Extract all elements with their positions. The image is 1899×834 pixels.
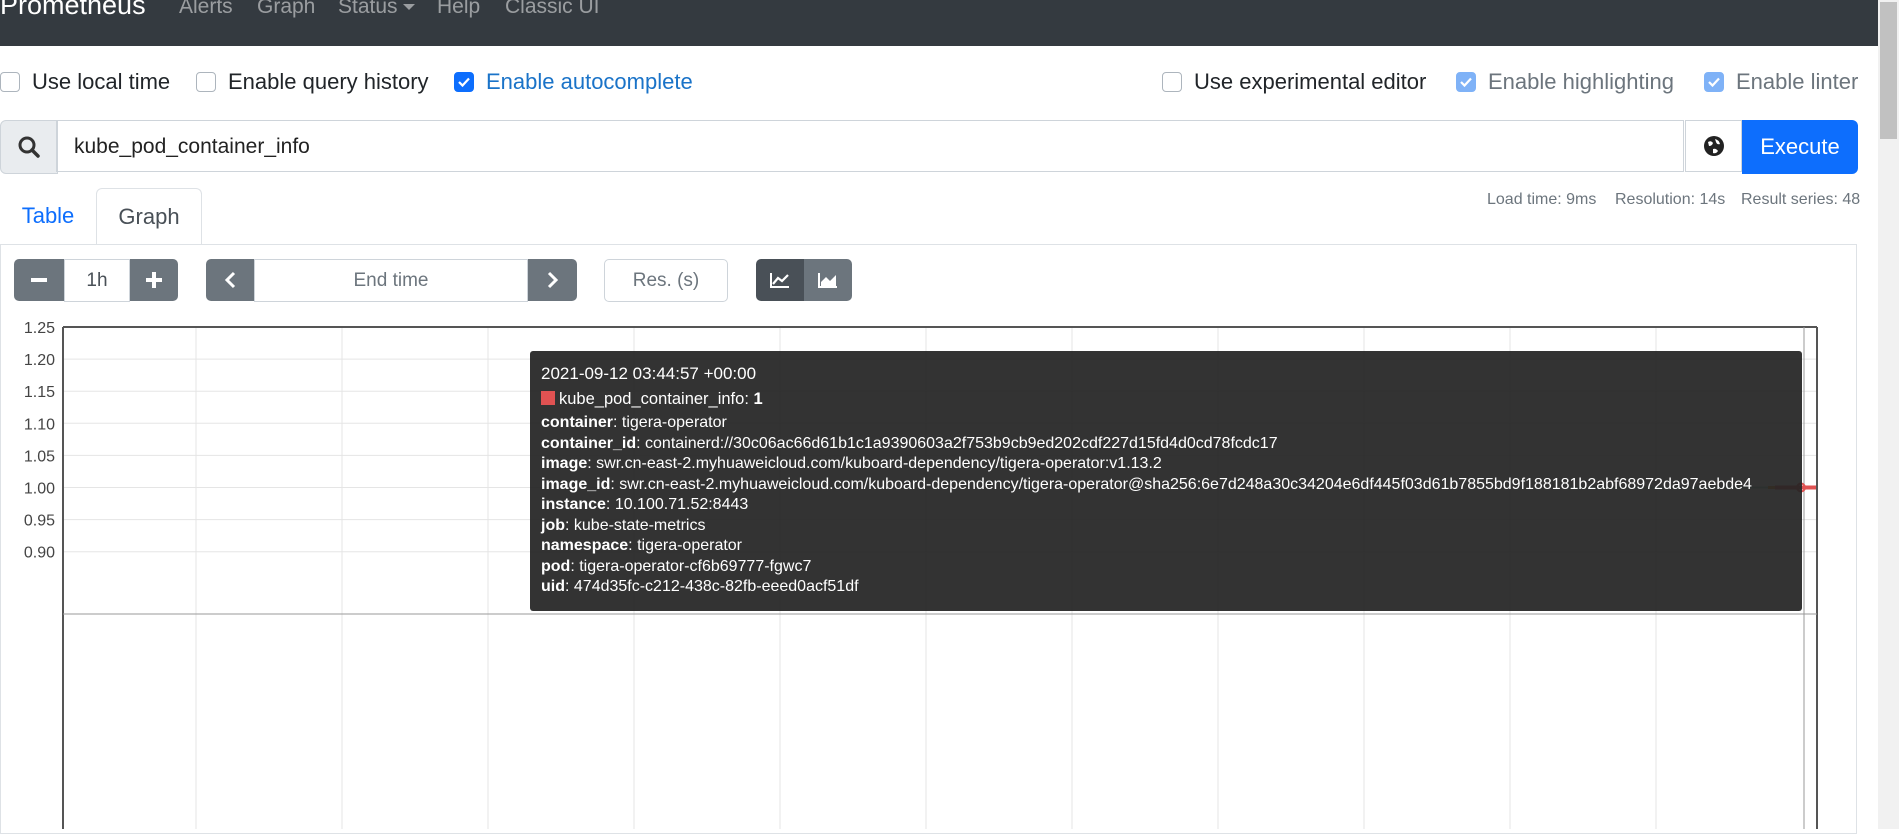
tooltip-label-value: : swr.cn-east-2.myhuaweicloud.com/kuboar…	[587, 455, 1162, 472]
tooltip-label-key: image_id	[541, 475, 611, 493]
tooltip-label-value: : tigera-operator	[613, 414, 727, 431]
tooltip-label-value: : swr.cn-east-2.myhuaweicloud.com/kuboar…	[610, 475, 1752, 493]
y-tick-label: 1.10	[24, 416, 55, 433]
y-tick-label: 1.05	[24, 448, 55, 465]
tooltip-label-value: : kube-state-metrics	[565, 516, 706, 534]
y-tick-label: 1.15	[24, 384, 55, 401]
y-tick-label: 1.20	[24, 352, 55, 369]
graph-tooltip: 2021-09-12 03:44:57 +00:00 kube_pod_cont…	[530, 351, 1802, 611]
tooltip-label-value: : containerd://30c06ac66d61b1c1a9390603a…	[636, 434, 1278, 452]
tooltip-labels: container: tigera-operator container_id: …	[541, 413, 1791, 598]
tooltip-label-row: image: swr.cn-east-2.myhuaweicloud.com/k…	[541, 454, 1791, 475]
tooltip-label-key: container_id	[541, 434, 637, 452]
tooltip-label-key: job	[541, 516, 565, 534]
page-scrollbar[interactable]	[1878, 0, 1899, 829]
tooltip-label-row: namespace: tigera-operator	[541, 536, 1791, 557]
tooltip-label-row: pod: tigera-operator-cf6b69777-fgwc7	[541, 557, 1791, 578]
tooltip-label-row: image_id: swr.cn-east-2.myhuaweicloud.co…	[541, 475, 1791, 496]
tooltip-label-value: : 474d35fc-c212-438c-82fb-eeed0acf51df	[565, 578, 859, 595]
tooltip-label-key: uid	[541, 578, 565, 595]
y-tick-label: 1.25	[24, 320, 55, 337]
tooltip-label-row: uid: 474d35fc-c212-438c-82fb-eeed0acf51d…	[541, 577, 1791, 598]
y-tick-label: 1.00	[24, 481, 55, 498]
tooltip-label-row: instance: 10.100.71.52:8443	[541, 495, 1791, 516]
tooltip-label-key: image	[541, 455, 588, 472]
tooltip-series: kube_pod_container_info: 1	[541, 389, 1791, 410]
y-tick-label: 0.90	[24, 545, 55, 562]
tooltip-label-key: container	[541, 414, 614, 431]
tooltip-label-key: namespace	[541, 537, 629, 554]
tooltip-label-row: container_id: containerd://30c06ac66d61b…	[541, 434, 1791, 455]
tooltip-timestamp: 2021-09-12 03:44:57 +00:00	[541, 364, 757, 383]
series-color-swatch	[541, 390, 555, 405]
scrollbar-thumb[interactable]	[1880, 2, 1897, 139]
tooltip-label-key: instance	[541, 496, 606, 513]
tooltip-label-key: pod	[541, 557, 571, 575]
tooltip-label-row: container: tigera-operator	[541, 413, 1791, 434]
tooltip-series-name: kube_pod_container_info	[559, 389, 745, 408]
tooltip-label-row: job: kube-state-metrics	[541, 516, 1791, 537]
y-tick-label: 0.95	[24, 513, 55, 530]
tooltip-label-value: : tigera-operator-cf6b69777-fgwc7	[570, 557, 812, 575]
tooltip-series-value: 1	[753, 389, 763, 408]
tooltip-label-value: : 10.100.71.52:8443	[605, 496, 749, 513]
tooltip-label-value: : tigera-operator	[628, 537, 743, 554]
